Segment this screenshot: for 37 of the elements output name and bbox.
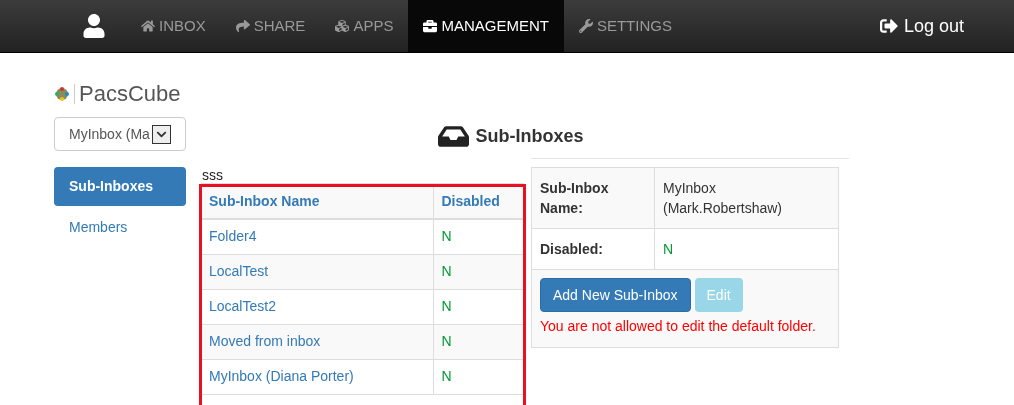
nav-tab[interactable]: INBOX [126,0,221,52]
user-icon[interactable] [82,14,106,38]
sidebar-item[interactable]: Members [54,208,186,247]
sub-inbox-link[interactable]: Moved from inbox [201,324,433,359]
logo-gear-icon [54,86,70,102]
sub-inbox-link[interactable]: LocalTest2 [201,289,433,324]
table-cell: N [433,324,524,359]
table-cell: N [433,219,524,254]
logout-button[interactable]: Log out [879,0,964,52]
page-heading: Sub-Inboxes [475,125,584,148]
error-message: You are not allowed to edit the default folder. [540,317,817,336]
briefcase-icon [423,19,438,33]
note-text: sss [202,169,223,183]
table-cell: N [433,254,524,289]
nav-tab[interactable]: SETTINGS [563,0,687,52]
logout-icon [879,17,898,35]
sub-inbox-link[interactable]: MyInbox (Diana Porter) [201,359,433,394]
sub-inbox-link[interactable]: LocalTest [201,254,433,289]
sub-inbox-link[interactable]: Folder4 [201,219,433,254]
field-value: N [662,240,675,259]
share-arrow-icon [235,19,250,33]
nav-tab[interactable]: APPS [320,0,409,52]
house-icon [141,19,155,33]
dropdown-caret-icon [151,124,171,144]
inbox-select[interactable]: MyInbox (Ma [54,117,186,151]
sidebar-item[interactable]: Sub-Inboxes [54,167,186,206]
nav-tab[interactable]: MANAGEMENT [408,0,564,52]
table-cell: N [433,359,524,394]
cubes-icon [335,19,350,33]
add-button[interactable]: Add New Sub-Inbox [540,278,691,312]
field-value: MyInbox (Mark.Robertshaw) [662,179,784,218]
wrench-icon [578,19,593,33]
field-label: Disabled: [532,229,655,269]
field-label: Sub-Inbox Name: [532,168,655,228]
table-cell: N [433,289,524,324]
nav-tab[interactable]: SHARE [220,0,321,52]
logo-text: PacsCube [79,83,181,105]
